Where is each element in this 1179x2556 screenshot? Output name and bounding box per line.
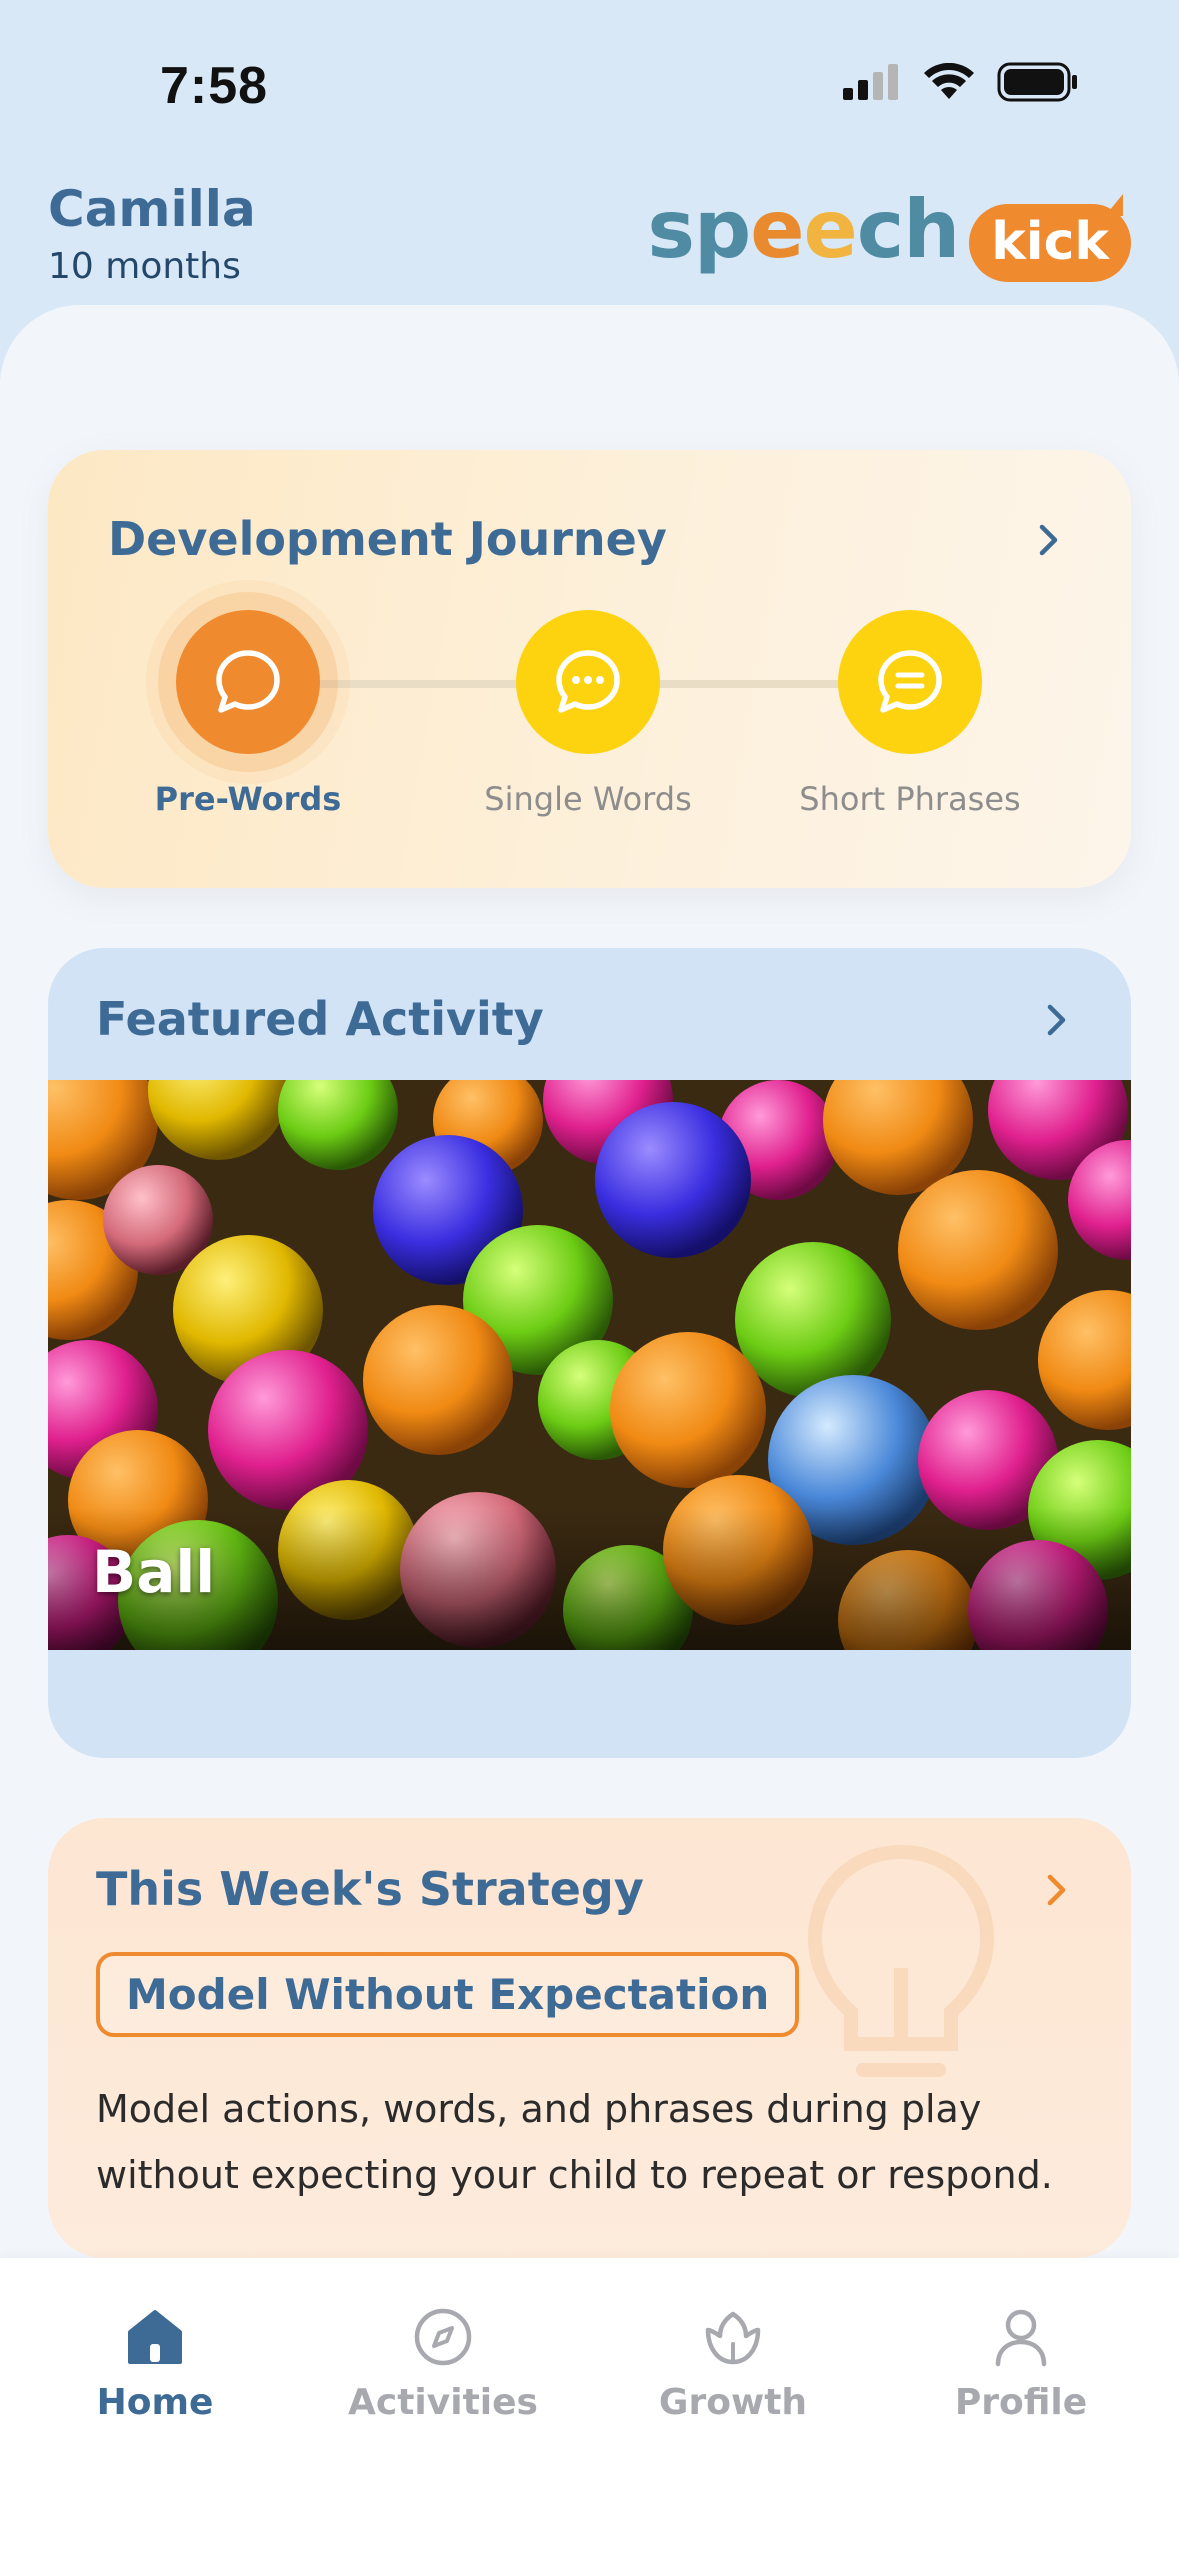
step-circle	[838, 610, 982, 754]
featured-activity-title: Featured Activity	[96, 992, 544, 1046]
step-label: Single Words	[484, 780, 692, 818]
status-icons	[843, 62, 1079, 102]
tab-growth[interactable]: Growth	[603, 2306, 863, 2423]
header: Camilla 10 months speech kick	[0, 180, 1179, 310]
lightbulb-icon	[807, 1844, 995, 2077]
compass-icon	[414, 2308, 472, 2366]
chevron-right-icon[interactable]	[1037, 522, 1061, 558]
speech-bubble-lines-icon	[878, 650, 942, 713]
journey-steps: Pre-Words Single Words Short Phrases	[48, 610, 1131, 850]
tab-label: Home	[96, 2382, 214, 2423]
step-label: Short Phrases	[799, 780, 1021, 818]
child-age: 10 months	[48, 246, 241, 287]
person-icon	[995, 2309, 1047, 2367]
step-label: Pre-Words	[154, 780, 342, 818]
weekly-strategy-title: This Week's Strategy	[96, 1862, 644, 1916]
strategy-name-badge: Model Without Expectation	[96, 1952, 800, 2037]
tab-label: Profile	[954, 2382, 1088, 2423]
featured-activity-image[interactable]: Ball	[48, 1080, 1131, 1650]
status-bar: 7:58	[0, 0, 1179, 180]
home-icon	[128, 2310, 182, 2364]
journey-step-pre-words[interactable]: Pre-Words	[98, 610, 398, 818]
speechkick-logo: speech kick	[647, 190, 1131, 290]
step-circle	[176, 610, 320, 754]
strategy-description: Model actions, words, and phrases during…	[96, 2087, 1053, 2197]
speech-bubble-icon	[216, 650, 280, 713]
logo-wordmark: speech	[647, 183, 960, 276]
signal-icon	[843, 64, 898, 100]
tab-activities[interactable]: Activities	[313, 2306, 573, 2423]
development-journey-title: Development Journey	[108, 512, 667, 566]
logo-badge: kick	[969, 194, 1131, 282]
battery-icon	[997, 62, 1077, 102]
tab-profile[interactable]: Profile	[891, 2306, 1151, 2423]
child-name[interactable]: Camilla	[48, 180, 256, 238]
featured-activity-card[interactable]: Featured Activity Ball	[48, 948, 1131, 1758]
weekly-strategy-card[interactable]: This Week's Strategy Model Without Expec…	[48, 1818, 1131, 2258]
tab-home[interactable]: Home	[25, 2306, 285, 2423]
tab-label: Growth	[658, 2382, 808, 2423]
tab-label: Activities	[348, 2382, 538, 2423]
development-journey-card[interactable]: Development Journey Pre-Words Single Wor…	[48, 450, 1131, 888]
flower-icon	[705, 2311, 761, 2365]
status-time: 7:58	[160, 57, 269, 115]
chevron-right-icon[interactable]	[1045, 1002, 1069, 1038]
journey-step-single-words[interactable]: Single Words	[438, 610, 738, 818]
chevron-right-icon[interactable]	[1045, 1872, 1069, 1908]
featured-activity-label: Ball	[92, 1538, 216, 1606]
journey-step-short-phrases[interactable]: Short Phrases	[760, 610, 1060, 818]
step-circle	[516, 610, 660, 754]
speech-bubble-dots-icon	[556, 650, 620, 713]
bottom-tab-bar: Home Activities Growth Profile	[0, 2258, 1179, 2556]
wifi-icon	[924, 63, 974, 99]
